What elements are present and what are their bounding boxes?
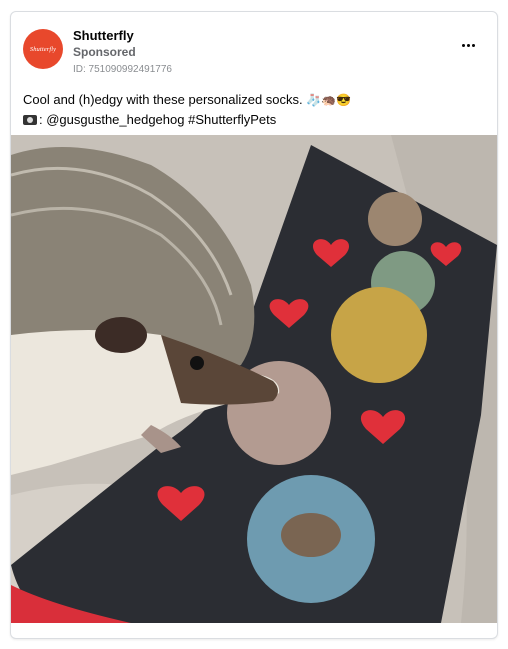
caption-line-2: : @gusgusthe_hedgehog #ShutterflyPets bbox=[23, 110, 483, 129]
photo-circle-5-subject bbox=[281, 513, 341, 557]
ad-card: Shutterfly Shutterfly Sponsored ID: 7510… bbox=[10, 11, 498, 639]
hedgehog-socks-photo bbox=[11, 135, 497, 623]
caption-text: Cool and (h)edgy with these personalized… bbox=[23, 92, 303, 107]
hedgehog-ear bbox=[95, 317, 147, 353]
advertiser-avatar[interactable]: Shutterfly bbox=[23, 29, 63, 69]
post-image[interactable] bbox=[11, 135, 497, 623]
post-caption: Cool and (h)edgy with these personalized… bbox=[23, 90, 483, 129]
more-dot bbox=[471, 43, 475, 47]
caption-credit[interactable]: : @gusgusthe_hedgehog #ShutterflyPets bbox=[39, 112, 276, 127]
photo-circle-1 bbox=[368, 192, 422, 246]
more-options-icon[interactable] bbox=[457, 38, 479, 52]
camera-icon bbox=[23, 115, 37, 125]
more-dot bbox=[466, 43, 470, 47]
sponsored-label: Sponsored bbox=[73, 45, 136, 59]
ad-id: ID: 751090992491776 bbox=[73, 64, 172, 75]
hedgehog-eye bbox=[190, 356, 204, 370]
avatar-logo-text: Shutterfly bbox=[29, 45, 57, 53]
advertiser-name[interactable]: Shutterfly bbox=[73, 28, 134, 43]
caption-emojis: 🧦🦔😎 bbox=[306, 93, 352, 107]
more-dot bbox=[461, 43, 465, 47]
caption-line-1: Cool and (h)edgy with these personalized… bbox=[23, 90, 483, 110]
photo-circle-3 bbox=[331, 287, 427, 383]
